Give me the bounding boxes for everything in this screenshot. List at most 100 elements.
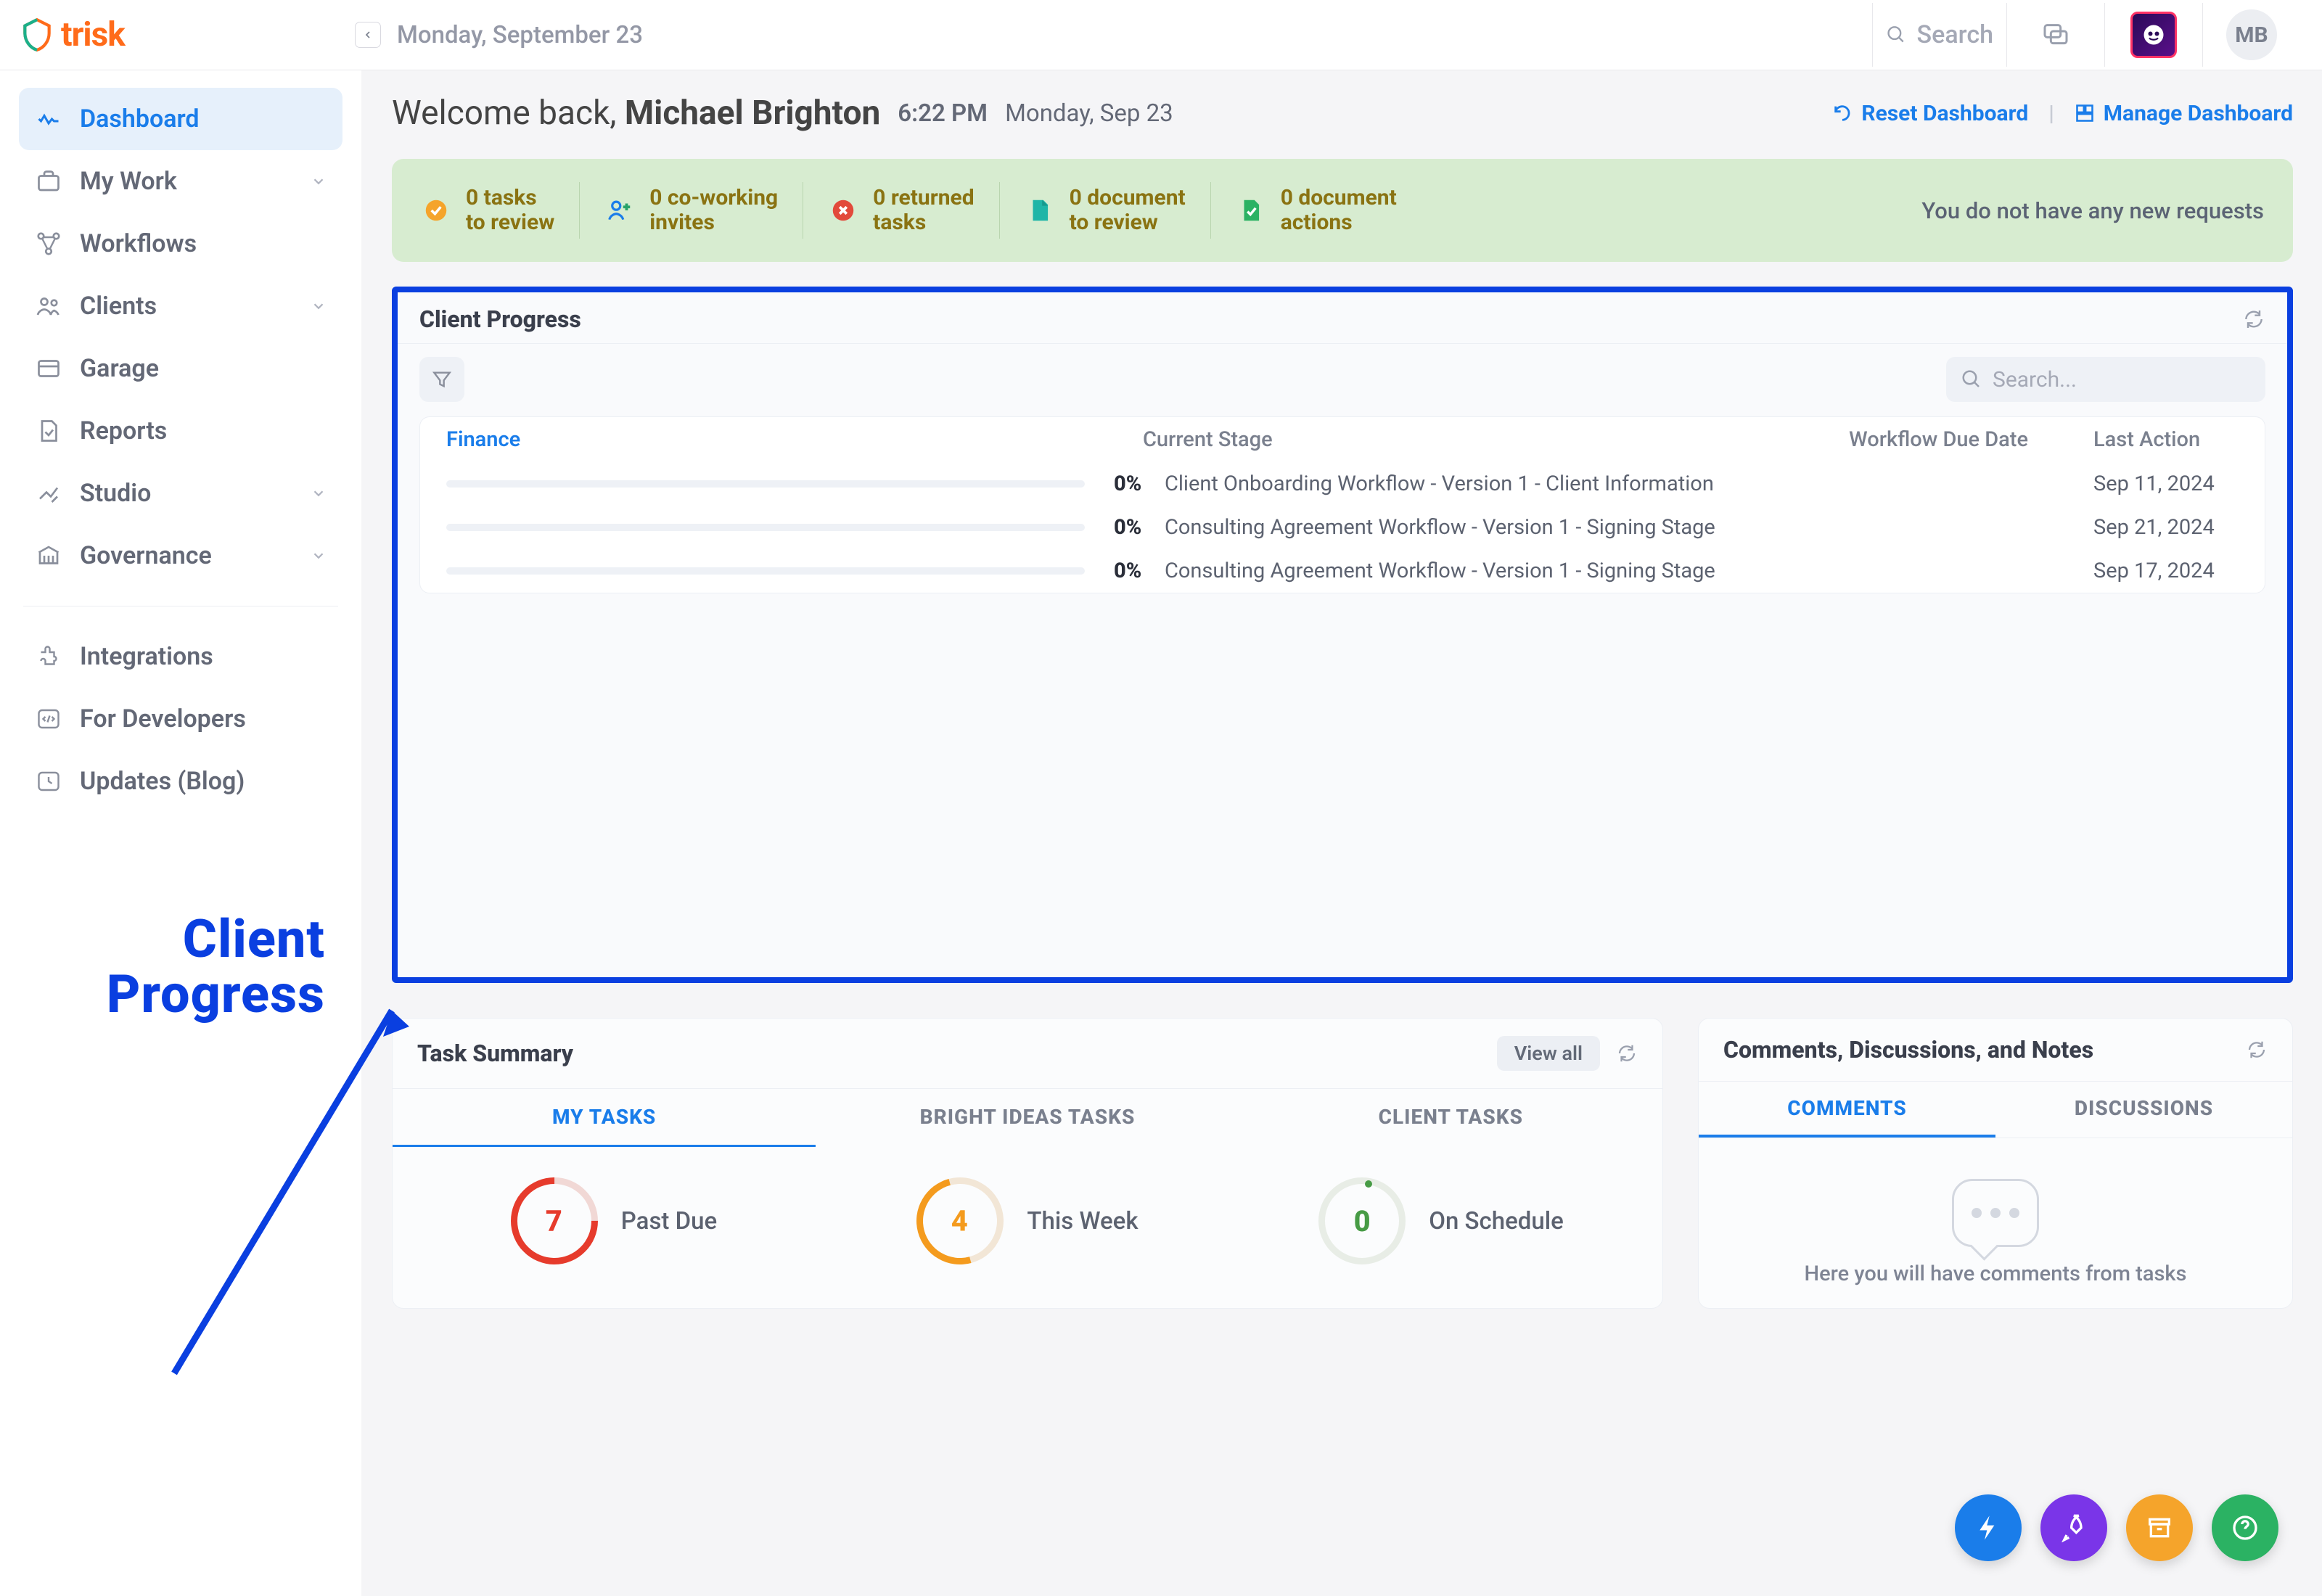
table-row[interactable]: 0%Consulting Agreement Workflow - Versio…	[420, 549, 2265, 593]
messages-button[interactable]	[2006, 3, 2104, 67]
fab-quick-action[interactable]	[1955, 1494, 2022, 1561]
manage-dashboard-button[interactable]: Manage Dashboard	[2075, 101, 2293, 126]
progress-bar	[446, 567, 1085, 575]
global-search[interactable]: Search	[1872, 3, 2006, 67]
metric-label: On Schedule	[1429, 1207, 1564, 1235]
date-nav: Monday, September 23	[355, 21, 643, 49]
help-icon	[2231, 1513, 2260, 1542]
last-action-date: Sep 17, 2024	[2093, 559, 2239, 583]
refresh-button[interactable]	[1616, 1042, 1638, 1064]
tab-comments[interactable]: COMMENTS	[1699, 1082, 1995, 1138]
request-chip[interactable]: 0 documentto review	[1000, 182, 1211, 239]
sidebar-item-integrations[interactable]: Integrations	[19, 625, 342, 688]
progress-percent: 0%	[1114, 515, 1165, 540]
refresh-button[interactable]	[2246, 1039, 2268, 1061]
task-tabs: MY TASKSBRIGHT IDEAS TASKSCLIENT TASKS	[393, 1089, 1662, 1147]
sidebar-item-clients[interactable]: Clients	[19, 275, 342, 337]
chip-icon	[421, 195, 451, 226]
studio-icon	[35, 480, 62, 506]
tab-bright-ideas-tasks[interactable]: BRIGHT IDEAS TASKS	[816, 1089, 1239, 1147]
chevron-down-icon	[311, 485, 327, 501]
metric: 4This Week	[821, 1177, 1234, 1264]
chip-icon	[828, 195, 858, 226]
client-progress-table: Finance Current Stage Workflow Due Date …	[419, 416, 2265, 593]
user-menu[interactable]: MB	[2202, 3, 2300, 67]
fab-help[interactable]	[2212, 1494, 2278, 1561]
sidebar-item-reports[interactable]: Reports	[19, 400, 342, 462]
table-row[interactable]: 0%Client Onboarding Workflow - Version 1…	[420, 462, 2265, 506]
prev-day-button[interactable]	[355, 22, 381, 48]
sidebar-item-dashboard[interactable]: Dashboard	[19, 88, 342, 150]
chip-icon	[604, 195, 635, 226]
dashboard-icon	[35, 106, 62, 132]
sidebar-item-label: Workflows	[80, 229, 197, 258]
governance-icon	[35, 543, 62, 569]
stage-text: Client Onboarding Workflow - Version 1 -…	[1165, 472, 1847, 496]
metric-label: Past Due	[621, 1207, 717, 1235]
refresh-button[interactable]	[2242, 308, 2265, 331]
sidebar-item-studio[interactable]: Studio	[19, 462, 342, 525]
stage-text: Consulting Agreement Workflow - Version …	[1165, 515, 1847, 540]
tab-client-tasks[interactable]: CLIENT TASKS	[1239, 1089, 1662, 1147]
welcome-text: Welcome back, Michael Brighton	[392, 94, 880, 133]
main-content: Welcome back, Michael Brighton 6:22 PM M…	[361, 70, 2322, 1596]
sidebar-item-developers[interactable]: For Developers	[19, 688, 342, 750]
filter-button[interactable]	[419, 357, 464, 402]
comment-tabs: COMMENTSDISCUSSIONS	[1699, 1082, 2292, 1138]
panel-title: Comments, Discussions, and Notes	[1723, 1036, 2093, 1064]
search-placeholder: Search...	[1993, 367, 2077, 392]
chat-icon	[2041, 20, 2070, 49]
view-all-button[interactable]: View all	[1497, 1036, 1600, 1071]
progress-bar	[446, 480, 1085, 488]
table-row[interactable]: 0%Consulting Agreement Workflow - Versio…	[420, 506, 2265, 549]
requests-banner: 0 tasksto review0 co-workinginvites0 ret…	[392, 159, 2293, 262]
tab-my-tasks[interactable]: MY TASKS	[393, 1089, 816, 1147]
chevron-left-icon	[362, 29, 374, 41]
col-due: Workflow Due Date	[1839, 427, 2028, 452]
avatar: MB	[2226, 9, 2277, 60]
search-icon	[1961, 369, 1982, 390]
assistant-button[interactable]	[2104, 3, 2202, 67]
client-search[interactable]: Search...	[1946, 357, 2265, 402]
task-metrics: 7Past Due4This Week0On Schedule	[393, 1147, 1662, 1308]
chip-icon	[1025, 195, 1055, 226]
fab-launch[interactable]	[2040, 1494, 2107, 1561]
fab-archive[interactable]	[2126, 1494, 2193, 1561]
rocket-icon	[2059, 1513, 2088, 1542]
chip-icon	[1236, 195, 1266, 226]
welcome-date: Monday, Sep 23	[1005, 99, 1173, 128]
sidebar-item-garage[interactable]: Garage	[19, 337, 342, 400]
sidebar-item-label: My Work	[80, 167, 177, 196]
logo[interactable]: trisk	[19, 15, 355, 54]
sidebar-item-workflows[interactable]: Workflows	[19, 213, 342, 275]
bot-icon	[2130, 12, 2177, 58]
request-chip[interactable]: 0 returnedtasks	[803, 182, 999, 239]
request-chip[interactable]: 0 documentactions	[1211, 182, 1421, 239]
sidebar-item-label: Garage	[80, 354, 159, 383]
refresh-icon	[2246, 1039, 2268, 1061]
progress-percent: 0%	[1114, 472, 1165, 496]
welcome-row: Welcome back, Michael Brighton 6:22 PM M…	[392, 94, 2293, 133]
request-chip[interactable]: 0 co-workinginvites	[580, 182, 803, 239]
tab-discussions[interactable]: DISCUSSIONS	[1995, 1082, 2292, 1138]
chevron-down-icon	[311, 173, 327, 189]
task-summary-panel: Task Summary View all MY TASKSBRIGHT IDE…	[392, 1018, 1663, 1309]
request-chip[interactable]: 0 tasksto review	[421, 182, 580, 239]
garage-icon	[35, 355, 62, 382]
logo-text: trisk	[61, 15, 125, 54]
puzzle-icon	[35, 643, 62, 670]
layout-icon	[2075, 103, 2095, 123]
sidebar-item-label: Clients	[80, 292, 157, 321]
filter-icon	[430, 368, 454, 391]
sidebar-item-governance[interactable]: Governance	[19, 525, 342, 587]
client-group-link[interactable]: Finance	[446, 427, 1143, 452]
updates-icon	[35, 768, 62, 794]
current-date: Monday, September 23	[397, 21, 643, 49]
sidebar-item-updates[interactable]: Updates (Blog)	[19, 750, 342, 813]
bolt-icon	[1974, 1513, 2003, 1542]
sidebar: Dashboard My Work Workflows Clients Gara…	[0, 70, 361, 1596]
reset-dashboard-button[interactable]: Reset Dashboard	[1832, 101, 2028, 126]
sidebar-item-my-work[interactable]: My Work	[19, 150, 342, 213]
report-icon	[35, 418, 62, 444]
last-action-date: Sep 11, 2024	[2093, 472, 2239, 496]
